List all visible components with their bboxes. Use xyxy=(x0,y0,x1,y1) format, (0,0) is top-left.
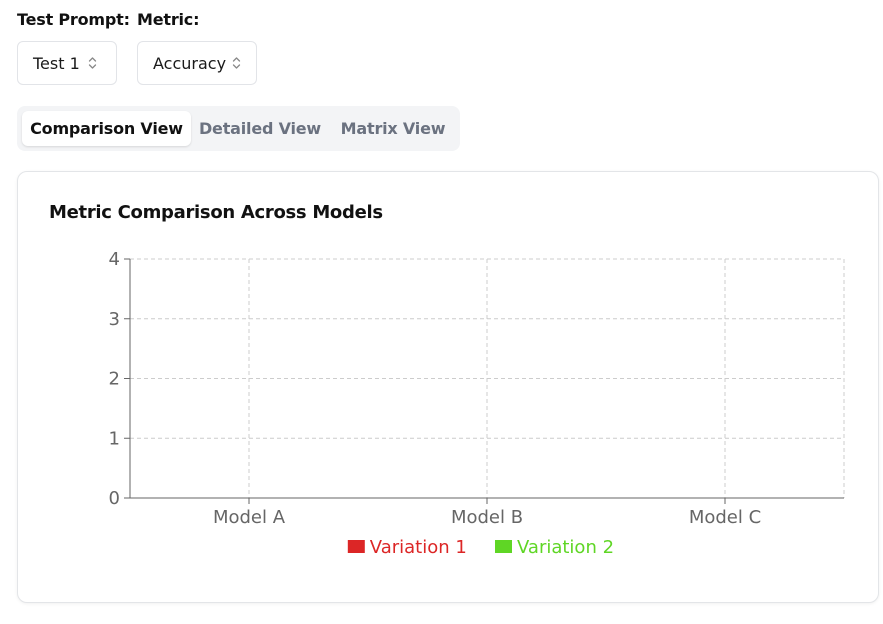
y-tick-label: 0 xyxy=(109,488,120,509)
metric-select-value: Accuracy xyxy=(153,53,227,73)
test-prompt-select[interactable]: Test 1 xyxy=(17,41,117,85)
test-prompt-select-value: Test 1 xyxy=(33,53,80,73)
y-tick-label: 3 xyxy=(109,309,120,330)
chart-card: Metric Comparison Across Models 0 1 2 3 4 Mod… xyxy=(17,171,879,603)
legend-label: Variation 2 xyxy=(517,537,614,558)
tab-detailed-view[interactable]: Detailed View xyxy=(195,111,325,146)
test-prompt-label: Test Prompt: xyxy=(17,10,130,29)
view-tabs: Comparison View Detailed View Matrix Vie… xyxy=(17,106,460,151)
legend-swatch xyxy=(495,540,512,553)
legend-swatch xyxy=(347,540,365,553)
page-root: Test Prompt: Metric: Test 1 Accuracy Com… xyxy=(0,0,883,624)
x-tick-label: Model C xyxy=(689,507,761,528)
legend-label: Variation 1 xyxy=(370,537,467,558)
metric-select[interactable]: Accuracy xyxy=(137,41,257,85)
x-tick-label: Model A xyxy=(213,507,286,528)
y-tick-label: 1 xyxy=(109,428,120,449)
y-tick-label: 4 xyxy=(109,249,120,270)
metric-label: Metric: xyxy=(137,10,200,29)
y-tick-label: 2 xyxy=(109,369,120,390)
tab-comparison-view[interactable]: Comparison View xyxy=(22,111,191,146)
tab-matrix-view[interactable]: Matrix View xyxy=(332,111,454,146)
chevron-up-down-icon xyxy=(232,57,241,69)
chevron-up-down-icon xyxy=(88,57,96,69)
bar-chart: 0 1 2 3 4 Model A Model B Model C Variation 1 Var… xyxy=(109,249,845,558)
x-tick-label: Model B xyxy=(451,507,523,528)
